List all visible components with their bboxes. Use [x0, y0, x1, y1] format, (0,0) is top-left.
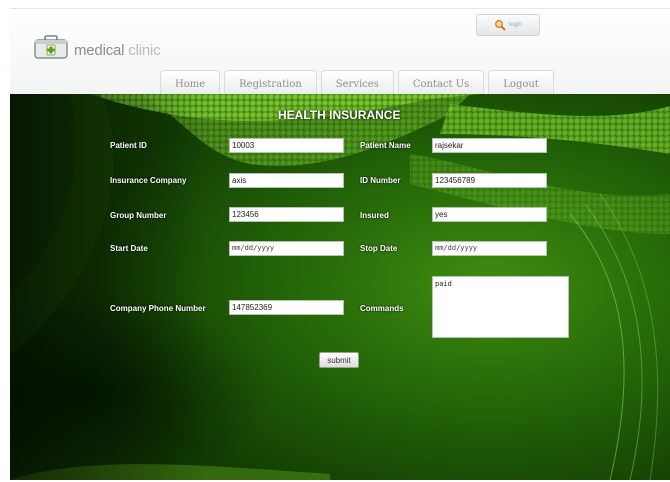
start-date-label: Start Date — [110, 244, 148, 253]
insurance-company-label: Insurance Company — [110, 176, 187, 185]
insured-label: Insured — [360, 211, 389, 220]
id-number-field[interactable]: 123456789 — [432, 173, 547, 188]
insured-field[interactable]: yes — [432, 207, 547, 222]
submit-button[interactable]: submit — [319, 352, 359, 368]
header: medical clinic login Home Registration S… — [10, 8, 670, 98]
brand-sub-text: clinic — [128, 42, 161, 59]
company-phone-field[interactable]: 147852369 — [229, 300, 344, 315]
patient-id-label: Patient ID — [110, 141, 147, 150]
group-number-label: Group Number — [110, 211, 167, 220]
brand-main-text: medical — [74, 42, 125, 59]
group-number-field[interactable]: 123456 — [229, 207, 344, 222]
patient-name-field[interactable]: rajsekar — [432, 138, 547, 153]
search-button[interactable]: login — [476, 14, 540, 36]
patient-id-field[interactable]: 10003 — [229, 138, 344, 153]
search-icon — [495, 20, 506, 31]
insurance-company-field[interactable]: axis — [229, 173, 344, 188]
commands-label: Commands — [360, 304, 404, 313]
commands-textarea[interactable]: paid — [432, 276, 569, 338]
brand-name: medical clinic — [74, 42, 161, 59]
start-date-field[interactable]: mm/dd/yyyy — [229, 241, 344, 256]
stop-date-field[interactable]: mm/dd/yyyy — [432, 241, 547, 256]
search-label: login — [509, 22, 522, 28]
page: medical clinic login Home Registration S… — [0, 0, 670, 482]
medical-kit-logo-icon — [34, 35, 68, 59]
patient-name-label: Patient Name — [360, 141, 411, 150]
company-phone-label: Company Phone Number — [110, 304, 206, 313]
form-title: HEALTH INSURANCE — [278, 108, 401, 122]
stop-date-label: Stop Date — [360, 244, 398, 253]
id-number-label: ID Number — [360, 176, 401, 185]
content-area: HEALTH INSURANCE Patient ID 10003 Patien… — [10, 94, 670, 480]
